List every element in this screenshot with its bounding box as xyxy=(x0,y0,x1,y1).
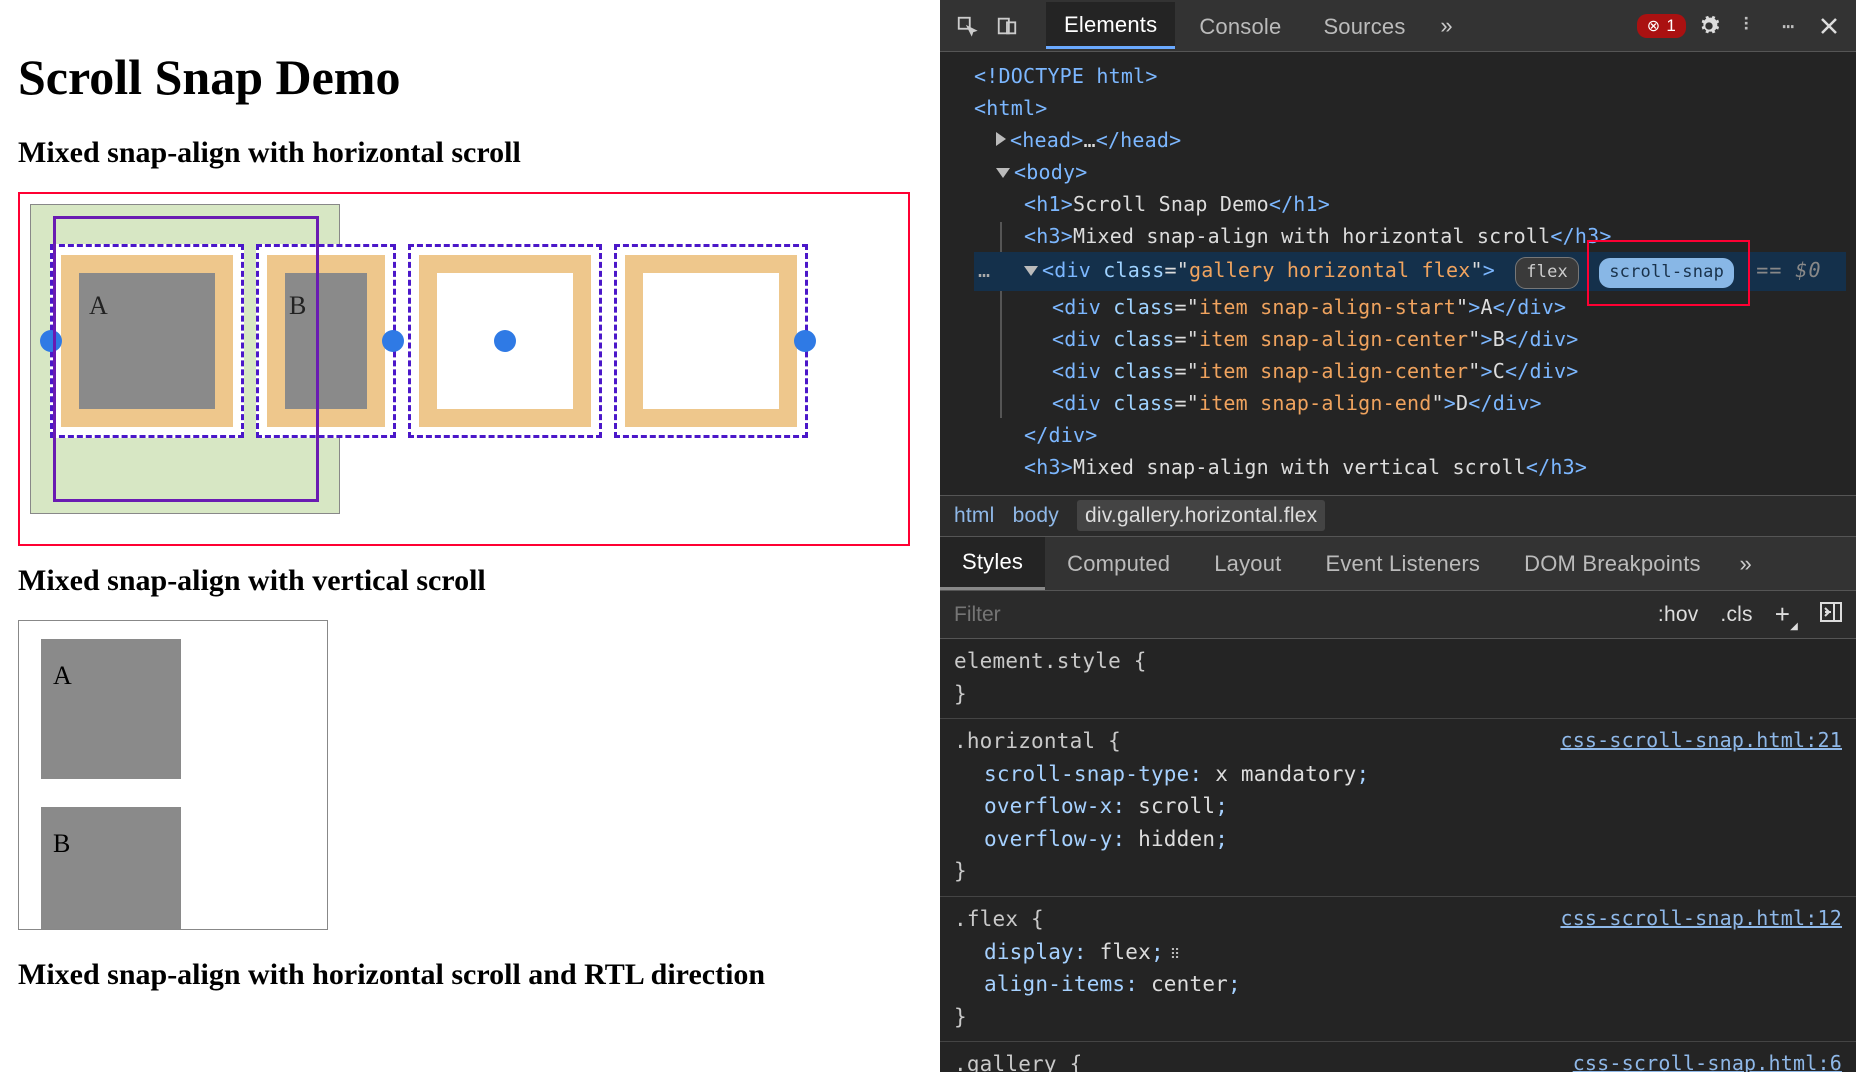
crumb[interactable]: body xyxy=(1013,504,1059,527)
css-rule[interactable]: css-scroll-snap.html:6 .gallery { height… xyxy=(940,1042,1856,1072)
snap-point-dot xyxy=(382,330,404,352)
subtab-styles[interactable]: Styles xyxy=(940,537,1045,590)
page-preview: Scroll Snap Demo Mixed snap-align with h… xyxy=(0,0,940,1072)
console-ref-label: == $0 xyxy=(1756,258,1821,282)
expand-triangle-icon[interactable] xyxy=(996,132,1006,146)
selection-highlight-box: A B xyxy=(18,192,910,546)
selector[interactable]: element.style { xyxy=(954,645,1842,678)
close-devtools-icon[interactable] xyxy=(1812,9,1846,43)
crumb[interactable]: html xyxy=(954,504,994,527)
new-rule-plus-icon[interactable]: +◢ xyxy=(1775,599,1798,630)
tree-line[interactable]: <html> xyxy=(974,92,1846,124)
flex-editor-icon[interactable]: ⠿ xyxy=(1170,945,1178,967)
snap-point-dot xyxy=(794,330,816,352)
tree-line[interactable]: <h1>Scroll Snap Demo</h1> xyxy=(974,188,1846,220)
tree-line[interactable]: <div class="item snap-align-start">A</di… xyxy=(974,291,1846,323)
source-link[interactable]: css-scroll-snap.html:6 xyxy=(1573,1048,1842,1072)
gallery-item[interactable]: A xyxy=(41,639,181,779)
device-toolbar-icon[interactable] xyxy=(990,9,1024,43)
toggle-sidebar-icon[interactable] xyxy=(1820,602,1842,628)
filter-input[interactable] xyxy=(954,603,1636,627)
crumb-selected[interactable]: div.gallery.horizontal.flex xyxy=(1077,500,1325,531)
tree-line-selected[interactable]: … <div class="gallery horizontal flex"> … xyxy=(974,252,1846,291)
styles-filter-bar: :hov .cls +◢ xyxy=(940,591,1856,639)
tree-line[interactable]: <h3>Mixed snap-align with vertical scrol… xyxy=(974,451,1846,483)
source-link[interactable]: css-scroll-snap.html:21 xyxy=(1560,725,1842,756)
snap-point-dot xyxy=(494,330,516,352)
section-heading-3: Mixed snap-align with horizontal scroll … xyxy=(18,958,922,992)
subtab-layout[interactable]: Layout xyxy=(1192,539,1303,589)
tab-console[interactable]: Console xyxy=(1181,4,1299,48)
tree-line[interactable]: </div> xyxy=(974,419,1846,451)
collapse-triangle-icon[interactable] xyxy=(996,168,1010,178)
tree-line[interactable]: <div class="item snap-align-center">B</d… xyxy=(974,323,1846,355)
css-rule[interactable]: css-scroll-snap.html:12 .flex { display:… xyxy=(940,897,1856,1042)
subtab-dom-breakpoints[interactable]: DOM Breakpoints xyxy=(1502,539,1723,589)
flex-badge[interactable]: flex xyxy=(1515,257,1579,289)
gallery-vertical[interactable]: A B xyxy=(18,620,328,930)
gallery-item[interactable] xyxy=(408,244,602,438)
tab-elements[interactable]: Elements xyxy=(1046,2,1175,49)
dom-tree[interactable]: <!DOCTYPE html> <html> <head>…</head> <b… xyxy=(940,52,1856,495)
error-count-badge[interactable]: 1 xyxy=(1637,14,1686,38)
section-heading-2: Mixed snap-align with vertical scroll xyxy=(18,564,922,598)
settings-gear-icon[interactable] xyxy=(1692,9,1726,43)
tree-line[interactable]: <head>…</head> xyxy=(974,124,1846,156)
scroll-snap-badge[interactable]: scroll-snap xyxy=(1599,258,1734,288)
styles-pane[interactable]: element.style { } css-scroll-snap.html:2… xyxy=(940,639,1856,1072)
css-rule[interactable]: css-scroll-snap.html:21 .horizontal { sc… xyxy=(940,719,1856,897)
tree-line[interactable]: <!DOCTYPE html> xyxy=(974,60,1846,92)
tree-line[interactable]: <div class="item snap-align-end">D</div> xyxy=(974,387,1846,419)
page-title: Scroll Snap Demo xyxy=(18,48,922,106)
section-heading-1: Mixed snap-align with horizontal scroll xyxy=(18,136,922,170)
customize-icon[interactable]: ⠇ xyxy=(1732,9,1766,43)
snap-viewport-overlay xyxy=(53,216,319,502)
tree-line[interactable]: <div class="item snap-align-center">C</d… xyxy=(974,355,1846,387)
tree-line[interactable]: <h3>Mixed snap-align with horizontal scr… xyxy=(974,220,1846,252)
gallery-item[interactable]: B xyxy=(41,807,181,930)
styles-subtabs: Styles Computed Layout Event Listeners D… xyxy=(940,537,1856,591)
collapse-triangle-icon[interactable] xyxy=(1024,266,1038,276)
tree-line[interactable]: <body> xyxy=(974,156,1846,188)
source-link[interactable]: css-scroll-snap.html:12 xyxy=(1560,903,1842,934)
subtab-computed[interactable]: Computed xyxy=(1045,539,1192,589)
devtools-panel: Elements Console Sources » 1 ⠇ ⋯ <!DOCTY… xyxy=(940,0,1856,1072)
gallery-horizontal[interactable] xyxy=(30,204,340,514)
css-rule[interactable]: element.style { } xyxy=(940,639,1856,719)
hov-toggle[interactable]: :hov xyxy=(1658,603,1699,627)
subtab-event-listeners[interactable]: Event Listeners xyxy=(1303,539,1502,589)
tab-sources[interactable]: Sources xyxy=(1305,4,1423,48)
gallery-item[interactable] xyxy=(614,244,808,438)
cls-toggle[interactable]: .cls xyxy=(1720,603,1752,627)
inspect-icon[interactable] xyxy=(950,9,984,43)
kebab-menu-icon[interactable]: ⋯ xyxy=(1772,9,1806,43)
more-subtabs-icon[interactable]: » xyxy=(1729,547,1763,581)
ellipsis-icon: … xyxy=(978,254,990,286)
devtools-toolbar: Elements Console Sources » 1 ⠇ ⋯ xyxy=(940,0,1856,52)
breadcrumb[interactable]: html body div.gallery.horizontal.flex xyxy=(940,495,1856,537)
more-tabs-icon[interactable]: » xyxy=(1430,9,1464,43)
